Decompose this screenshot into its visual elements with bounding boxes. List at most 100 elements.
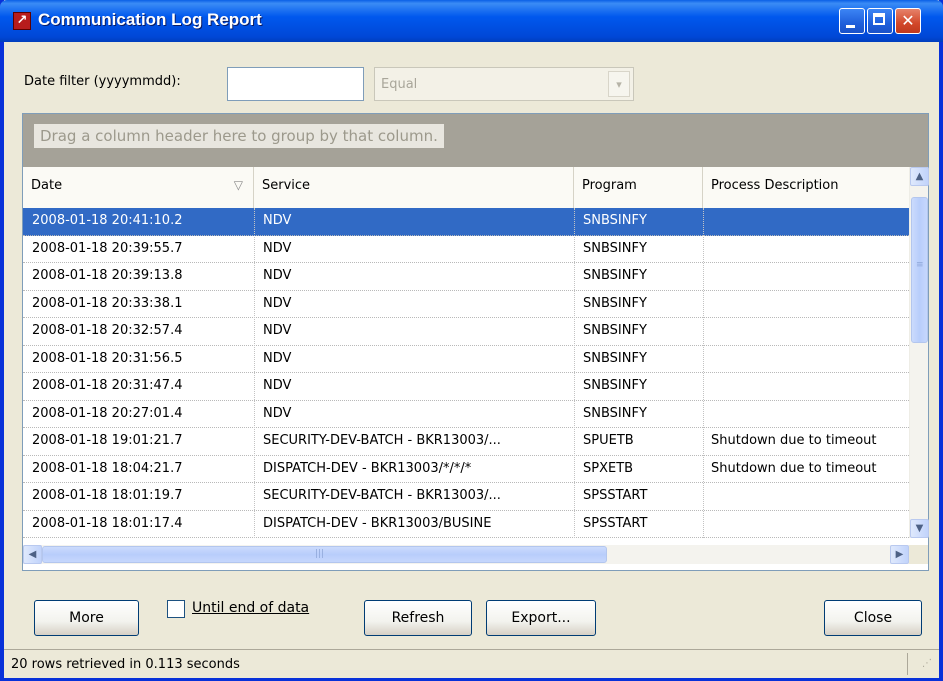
filter-operator-value: Equal xyxy=(381,77,418,92)
more-button[interactable]: More xyxy=(34,600,139,636)
window-title: Communication Log Report xyxy=(38,10,262,29)
column-header-date[interactable]: Date ▽ xyxy=(23,167,254,208)
table-cell-date: 2008-01-18 20:31:47.4 xyxy=(32,378,183,393)
report-window: ↗ Communication Log Report Date filter (… xyxy=(0,0,943,681)
status-separator xyxy=(907,653,908,675)
table-cell-program: SPXETB xyxy=(583,460,634,476)
table-cell-program: SNBSINFY xyxy=(583,268,647,283)
maximize-button[interactable] xyxy=(867,8,893,34)
table-cell-program: SNBSINFY xyxy=(583,323,647,338)
horizontal-scroll-thumb[interactable]: ||| xyxy=(42,546,607,563)
table-cell-service: NDV xyxy=(263,378,292,393)
log-grid: Drag a column header here to group by th… xyxy=(22,113,929,571)
table-row[interactable]: 2008-01-18 20:41:10.2 NDV SNBSINFY xyxy=(23,208,909,236)
column-header-label: Program xyxy=(582,178,637,193)
table-cell-date: 2008-01-18 20:41:10.2 xyxy=(32,213,183,228)
table-cell-date: 2008-01-18 19:01:21.7 xyxy=(32,433,183,448)
table-cell-program: SNBSINFY xyxy=(583,295,647,311)
table-cell-service: SECURITY-DEV-BATCH - BKR13003/... xyxy=(263,488,501,503)
scroll-right-button[interactable]: ▶ xyxy=(890,545,909,564)
grip-icon: ||| xyxy=(315,549,325,559)
table-cell-program: SNBSINFY xyxy=(583,405,647,421)
table-cell-service: NDV xyxy=(263,268,292,283)
table-row[interactable]: 2008-01-18 20:33:38.1 NDV SNBSINFY xyxy=(23,291,909,318)
grip-icon: ≡ xyxy=(916,260,924,270)
scroll-up-button[interactable]: ▲ xyxy=(910,167,929,186)
table-row[interactable]: 2008-01-18 18:01:19.7 SECURITY-DEV-BATCH … xyxy=(23,483,909,511)
table-cell-date: 2008-01-18 20:31:56.5 xyxy=(32,350,183,366)
date-filter-input[interactable] xyxy=(227,67,364,101)
table-row[interactable]: 2008-01-18 20:39:13.8 NDV SNBSINFY xyxy=(23,263,909,291)
table-cell-service: NDV xyxy=(263,240,292,256)
close-window-button[interactable] xyxy=(895,8,921,34)
scrollbar-corner xyxy=(909,545,928,564)
table-cell-date: 2008-01-18 20:33:38.1 xyxy=(32,295,183,311)
until-end-label-text: Until end of data xyxy=(192,600,310,616)
table-row[interactable]: 2008-01-18 20:31:47.4 NDV SNBSINFY xyxy=(23,373,909,401)
table-cell-program: SPSSTART xyxy=(583,515,648,531)
scroll-left-button[interactable]: ◀ xyxy=(23,545,42,564)
table-cell-service: NDV xyxy=(263,295,292,311)
table-cell-program: SPSSTART xyxy=(583,488,648,503)
group-by-panel[interactable]: Drag a column header here to group by th… xyxy=(23,114,928,167)
table-cell-service: SECURITY-DEV-BATCH - BKR13003/... xyxy=(263,433,501,448)
table-cell-program: SPUETB xyxy=(583,433,634,448)
table-cell-service: NDV xyxy=(263,405,292,421)
grid-rows: 2008-01-18 20:41:10.2 NDV SNBSINFY 2008-01-… xyxy=(23,208,909,538)
table-cell-service: NDV xyxy=(263,213,292,228)
table-row[interactable]: 2008-01-18 18:04:21.7 DISPATCH-DEV - BKR1… xyxy=(23,456,909,483)
status-bar: 20 rows retrieved in 0.113 seconds ⋰ xyxy=(4,649,939,678)
column-header-service[interactable]: Service xyxy=(254,167,574,208)
horizontal-scrollbar[interactable]: ◀ ||| ▶ xyxy=(23,545,909,564)
table-cell-service: DISPATCH-DEV - BKR13003/*/*/* xyxy=(263,460,472,476)
table-cell-program: SNBSINFY xyxy=(583,378,647,393)
column-header-label: Process Description xyxy=(711,178,839,193)
column-divider xyxy=(703,208,704,538)
table-cell-date: 2008-01-18 18:01:17.4 xyxy=(32,515,183,531)
table-row[interactable]: 2008-01-18 20:27:01.4 NDV SNBSINFY xyxy=(23,401,909,428)
group-by-hint: Drag a column header here to group by th… xyxy=(34,124,444,148)
table-cell-date: 2008-01-18 20:32:57.4 xyxy=(32,323,183,338)
title-bar[interactable]: ↗ Communication Log Report xyxy=(0,0,943,42)
resize-grip-icon[interactable]: ⋰ xyxy=(922,658,932,669)
sort-desc-icon: ▽ xyxy=(233,178,243,192)
table-row[interactable]: 2008-01-18 20:39:55.7 NDV SNBSINFY xyxy=(23,236,909,263)
scroll-down-button[interactable]: ▼ xyxy=(910,519,929,538)
table-row[interactable]: 2008-01-18 19:01:21.7 SECURITY-DEV-BATCH … xyxy=(23,428,909,456)
status-text: 20 rows retrieved in 0.113 seconds xyxy=(11,657,240,672)
column-header-description[interactable]: Process Description xyxy=(703,167,909,208)
export-button[interactable]: Export... xyxy=(486,600,596,636)
until-end-checkbox[interactable] xyxy=(167,600,185,618)
table-cell-date: 2008-01-18 20:39:13.8 xyxy=(32,268,183,283)
column-header-label: Date xyxy=(31,178,63,193)
chevron-down-icon[interactable]: ▾ xyxy=(608,71,630,97)
table-cell-date: 2008-01-18 20:27:01.4 xyxy=(32,405,183,421)
until-end-label[interactable]: Until end of data xyxy=(192,600,309,616)
table-row[interactable]: 2008-01-18 20:31:56.5 NDV SNBSINFY xyxy=(23,346,909,373)
table-cell-date: 2008-01-18 18:04:21.7 xyxy=(32,460,183,476)
close-button[interactable]: Close xyxy=(824,600,922,636)
table-cell-program: SNBSINFY xyxy=(583,240,647,256)
column-divider xyxy=(254,208,255,538)
table-cell-service: DISPATCH-DEV - BKR13003/BUSINE xyxy=(263,515,492,531)
table-cell-service: NDV xyxy=(263,323,292,338)
table-cell-program: SNBSINFY xyxy=(583,350,647,366)
table-cell-date: 2008-01-18 18:01:19.7 xyxy=(32,488,183,503)
grid-header: Date ▽ Service Program Process Descripti… xyxy=(23,167,909,210)
table-row[interactable]: 2008-01-18 18:01:17.4 DISPATCH-DEV - BKR1… xyxy=(23,511,909,538)
table-cell-program: SNBSINFY xyxy=(583,213,647,228)
refresh-button[interactable]: Refresh xyxy=(364,600,472,636)
date-filter-label: Date filter (yyyymmdd): xyxy=(24,74,181,89)
table-cell-date: 2008-01-18 20:39:55.7 xyxy=(32,240,183,256)
table-row[interactable]: 2008-01-18 20:32:57.4 NDV SNBSINFY xyxy=(23,318,909,346)
column-divider xyxy=(574,208,575,538)
vertical-scrollbar[interactable]: ▲ ≡ ▼ xyxy=(909,167,929,538)
minimize-button[interactable] xyxy=(839,8,865,34)
filter-operator-select[interactable]: Equal ▾ xyxy=(374,67,634,101)
vertical-scroll-thumb[interactable]: ≡ xyxy=(911,197,928,343)
app-icon: ↗ xyxy=(13,12,31,30)
table-cell-desc: Shutdown due to timeout xyxy=(711,460,877,476)
column-header-program[interactable]: Program xyxy=(574,167,703,208)
table-cell-service: NDV xyxy=(263,350,292,366)
table-cell-desc: Shutdown due to timeout xyxy=(711,433,877,448)
